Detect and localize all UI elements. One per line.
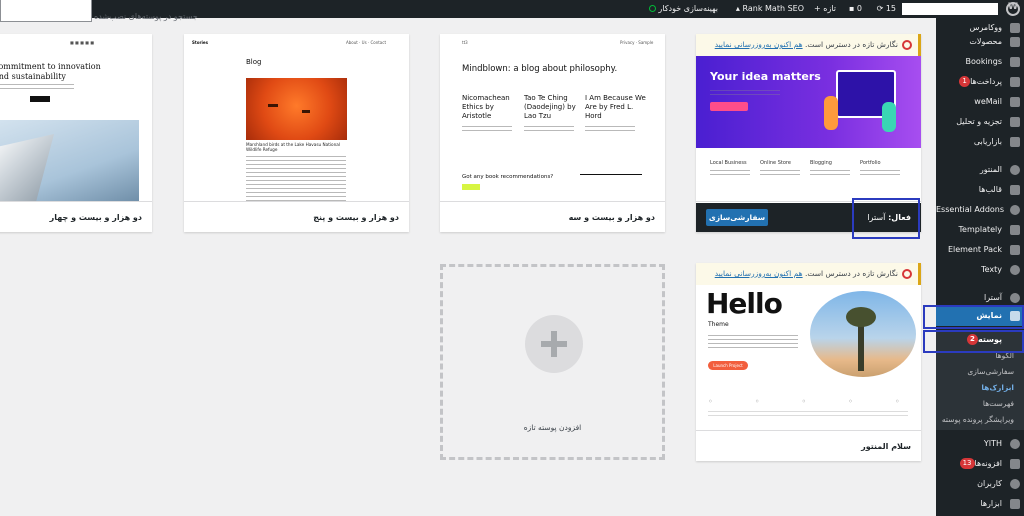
- blog-image: [246, 78, 347, 140]
- status-dot-icon: [648, 5, 656, 12]
- payments-icon: [1010, 77, 1020, 87]
- sidebar-item-appearance[interactable]: نمایش: [928, 306, 1024, 326]
- sidebar-item-plugins[interactable]: 13 افزونه‌ها: [936, 454, 1024, 474]
- wrench-icon: [1010, 499, 1020, 509]
- update-notice: نگارش تازه در دسترس است. هم اکنون به‌روز…: [696, 34, 921, 56]
- active-theme-bar: فعال: آسترا سفارشی‌سازی: [696, 203, 921, 232]
- sidebar-item-elementor[interactable]: المنتور: [936, 160, 1024, 180]
- paintbrush-icon: [1010, 311, 1020, 321]
- elementor-icon: [1010, 165, 1020, 175]
- site-name-field[interactable]: [902, 3, 998, 15]
- theme-search-input[interactable]: [0, 0, 92, 22]
- analytics-icon: [1010, 117, 1020, 127]
- updates-icon: ⟳: [876, 4, 884, 13]
- plus-icon: [525, 315, 583, 373]
- submenu-patterns[interactable]: الگوها: [936, 348, 1024, 364]
- sidebar-item-bookings[interactable]: Bookings: [936, 52, 1024, 72]
- updates-count: 15: [885, 4, 896, 13]
- essential-addons-icon: [1010, 205, 1020, 215]
- theme-screenshot: tt3 Privacy · Sample Mindblown: a blog a…: [440, 34, 665, 202]
- sidebar-item-essential-addons[interactable]: Essential Addons: [936, 200, 1024, 220]
- mail-icon: [1010, 97, 1020, 107]
- sidebar-item-tools[interactable]: ابزارها: [936, 494, 1024, 514]
- theme-card-twenty-twenty-five[interactable]: Stories About · Us · Contact Blog Marshl…: [184, 34, 409, 232]
- theme-hero-text: commitment to innovation and sustainabil…: [0, 62, 101, 82]
- add-new-theme-card[interactable]: افزودن پوسته تازه: [440, 264, 665, 460]
- sidebar-item-users[interactable]: کاربران: [936, 474, 1024, 494]
- rankmath-menu[interactable]: ▴ Rank Math SEO: [736, 0, 804, 18]
- hello-hero-text: Hello: [706, 287, 783, 320]
- theme-screenshot: Your idea matters Local Business Online …: [696, 56, 921, 202]
- update-icon: [902, 40, 912, 50]
- theme-screenshot: ■ ■ ■ ■ ■ commitment to innovation and s…: [0, 34, 152, 202]
- products-icon: [1010, 37, 1020, 47]
- texty-icon: [1010, 265, 1020, 275]
- plugin-icon: [1010, 459, 1020, 469]
- submenu-menus[interactable]: فهرست‌ها: [936, 396, 1024, 412]
- sidebar-item-templately[interactable]: Templately: [936, 220, 1024, 240]
- update-now-link[interactable]: هم اکنون به‌روزرسانی نمایید: [715, 269, 803, 278]
- sidebar-item-products[interactable]: محصولات: [936, 32, 1024, 52]
- sidebar-item-element-pack[interactable]: Element Pack: [936, 240, 1024, 260]
- sidebar-item-analytics[interactable]: تجزیه و تحلیل: [936, 112, 1024, 132]
- theme-name: دو هزار و بیست و چهار: [49, 213, 142, 222]
- theme-card-astra[interactable]: نگارش تازه در دسترس است. هم اکنون به‌روز…: [696, 34, 921, 232]
- theme-name: دو هزار و بیست و سه: [568, 213, 655, 222]
- user-icon: [1010, 479, 1020, 489]
- admin-sidebar: ووکامرس محصولات Bookings 1 پرداخت‌ها weMa…: [928, 18, 1024, 516]
- comments-icon: ▪: [848, 4, 855, 13]
- blog-heading: Blog: [246, 58, 262, 66]
- wordpress-logo-icon[interactable]: [1006, 2, 1020, 16]
- submenu-theme-file-editor[interactable]: ویرایشگر پرونده پوسته: [936, 412, 1024, 428]
- auto-optimize-menu[interactable]: بهینه‌سازی خودکار: [647, 0, 718, 18]
- plugins-badge: 13: [959, 458, 975, 469]
- element-pack-icon: [1010, 245, 1020, 255]
- active-theme-label: فعال: آسترا: [867, 213, 911, 222]
- sidebar-item-astra[interactable]: آسترا: [936, 288, 1024, 308]
- theme-name: سلام المنتور: [861, 442, 911, 451]
- themes-badge: 2: [966, 334, 978, 345]
- payments-badge: 1: [959, 76, 971, 87]
- rankmath-icon: ▴: [735, 4, 740, 13]
- theme-screenshot: Stories About · Us · Contact Blog Marshl…: [184, 34, 409, 202]
- submenu-customize[interactable]: سفارشی‌سازی: [936, 364, 1024, 380]
- megaphone-icon: [1010, 137, 1020, 147]
- sidebar-item-texty[interactable]: Texty: [936, 260, 1024, 280]
- sidebar-item-payments[interactable]: 1 پرداخت‌ها: [936, 72, 1024, 92]
- astra-icon: [1010, 293, 1020, 303]
- comments-counter[interactable]: ▪ 0: [849, 0, 862, 18]
- customize-button[interactable]: سفارشی‌سازی: [706, 209, 768, 226]
- sidebar-item-themes[interactable]: 2 پوسته: [936, 330, 1024, 350]
- sidebar-item-wemail[interactable]: weMail: [936, 92, 1024, 112]
- templately-icon: [1010, 225, 1020, 235]
- theme-name: دو هزار و بیست و پنج: [313, 213, 399, 222]
- update-notice: نگارش تازه در دسترس است. هم اکنون به‌روز…: [696, 263, 921, 285]
- comments-count: 0: [856, 4, 862, 13]
- sidebar-item-yith[interactable]: YITH: [936, 434, 1024, 454]
- submenu-widgets[interactable]: ابزارک‌ها: [936, 380, 1024, 396]
- plus-icon: +: [814, 4, 821, 13]
- theme-card-hello-elementor[interactable]: نگارش تازه در دسترس است. هم اکنون به‌روز…: [696, 263, 921, 461]
- sidebar-item-marketing[interactable]: بازاریابی: [936, 132, 1024, 152]
- calendar-icon: [1010, 57, 1020, 67]
- sidebar-item-templates[interactable]: قالب‌ها: [936, 180, 1024, 200]
- updates-counter[interactable]: ⟳ 15: [877, 0, 896, 18]
- hello-hero-image: [810, 291, 916, 377]
- yith-icon: [1010, 439, 1020, 449]
- appearance-submenu: الگوها سفارشی‌سازی ابزارک‌ها فهرست‌ها وی…: [936, 348, 1024, 430]
- astra-hero: Your idea matters: [696, 56, 921, 148]
- theme-card-twenty-twenty-three[interactable]: tt3 Privacy · Sample Mindblown: a blog a…: [440, 34, 665, 232]
- folder-icon: [1010, 185, 1020, 195]
- update-now-link[interactable]: هم اکنون به‌روزرسانی نمایید: [715, 40, 803, 49]
- theme-card-twenty-twenty-four[interactable]: ■ ■ ■ ■ ■ commitment to innovation and s…: [0, 34, 152, 232]
- new-content-menu[interactable]: + تازه: [814, 0, 836, 18]
- theme-headline: Mindblown: a blog about philosophy.: [462, 64, 618, 74]
- search-label: جستجو در پوسته‌های نصب‌شده: [94, 12, 198, 21]
- update-icon: [902, 269, 912, 279]
- add-new-theme-label: افزودن پوسته تازه: [523, 423, 582, 432]
- theme-screenshot: Hello Theme Launch Project ◦◦◦◦◦: [696, 285, 921, 431]
